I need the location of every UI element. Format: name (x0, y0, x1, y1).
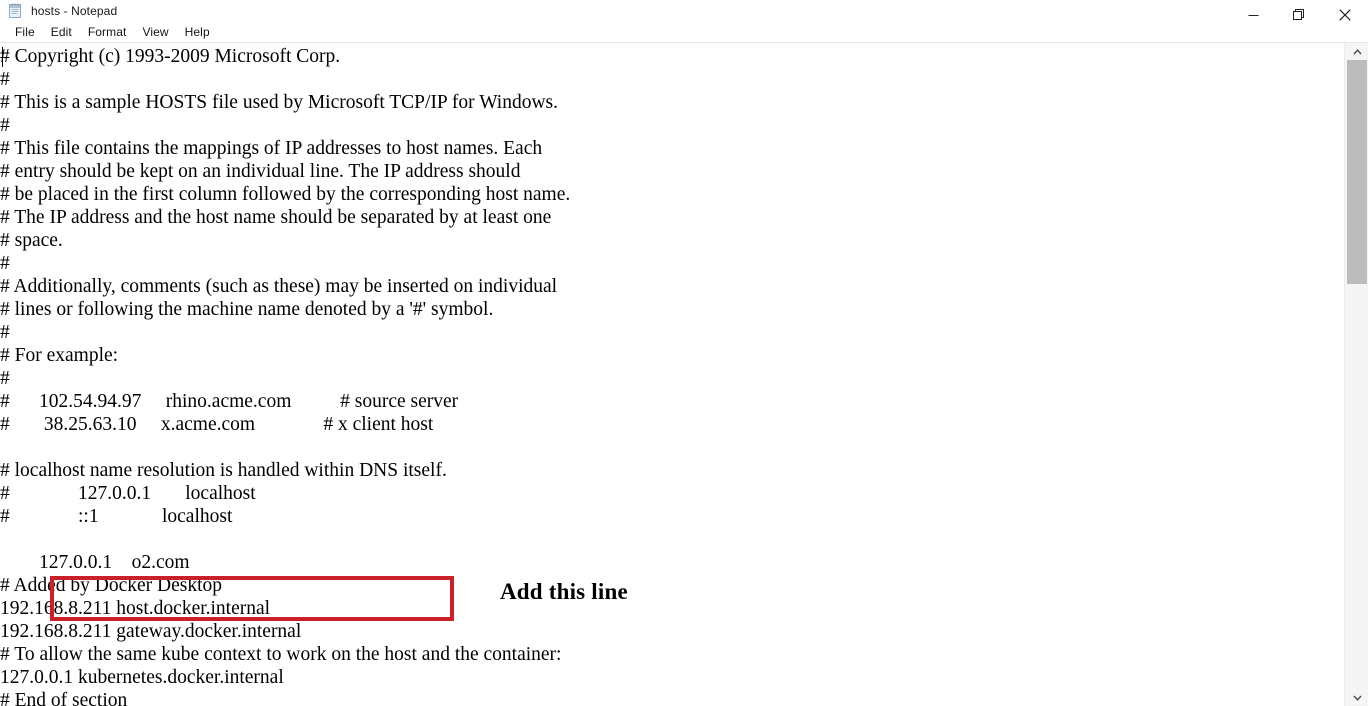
title-bar-left: hosts - Notepad (0, 3, 117, 19)
scroll-down-button[interactable] (1345, 689, 1368, 706)
hosts-file-content[interactable]: # Copyright (c) 1993-2009 Microsoft Corp… (0, 45, 1344, 706)
chevron-down-icon (1352, 695, 1362, 701)
annotation-label: Add this line (500, 579, 628, 604)
notepad-window: hosts - Notepad File Edit Format View He… (0, 0, 1368, 706)
notepad-icon (7, 3, 23, 19)
menu-item-edit[interactable]: Edit (43, 24, 80, 41)
close-icon (1339, 9, 1351, 21)
close-button[interactable] (1322, 0, 1368, 30)
window-controls (1230, 0, 1368, 30)
chevron-up-icon (1352, 48, 1362, 55)
text-caret (2, 47, 3, 67)
restore-icon (1293, 9, 1305, 21)
restore-button[interactable] (1276, 0, 1322, 30)
minimize-button[interactable] (1230, 0, 1276, 30)
minimize-icon (1248, 10, 1259, 21)
scrollbar-thumb[interactable] (1347, 60, 1367, 284)
menu-item-view[interactable]: View (134, 24, 176, 41)
menu-bar: File Edit Format View Help (0, 22, 1368, 42)
title-bar: hosts - Notepad (0, 0, 1368, 22)
scroll-up-button[interactable] (1345, 43, 1368, 60)
menu-item-help[interactable]: Help (177, 24, 218, 41)
editor-area: # Copyright (c) 1993-2009 Microsoft Corp… (0, 43, 1368, 706)
vertical-scrollbar[interactable] (1344, 43, 1368, 706)
menu-item-format[interactable]: Format (80, 24, 135, 41)
menu-item-file[interactable]: File (7, 24, 43, 41)
text-editor[interactable]: # Copyright (c) 1993-2009 Microsoft Corp… (0, 43, 1344, 706)
window-title: hosts - Notepad (31, 4, 118, 18)
